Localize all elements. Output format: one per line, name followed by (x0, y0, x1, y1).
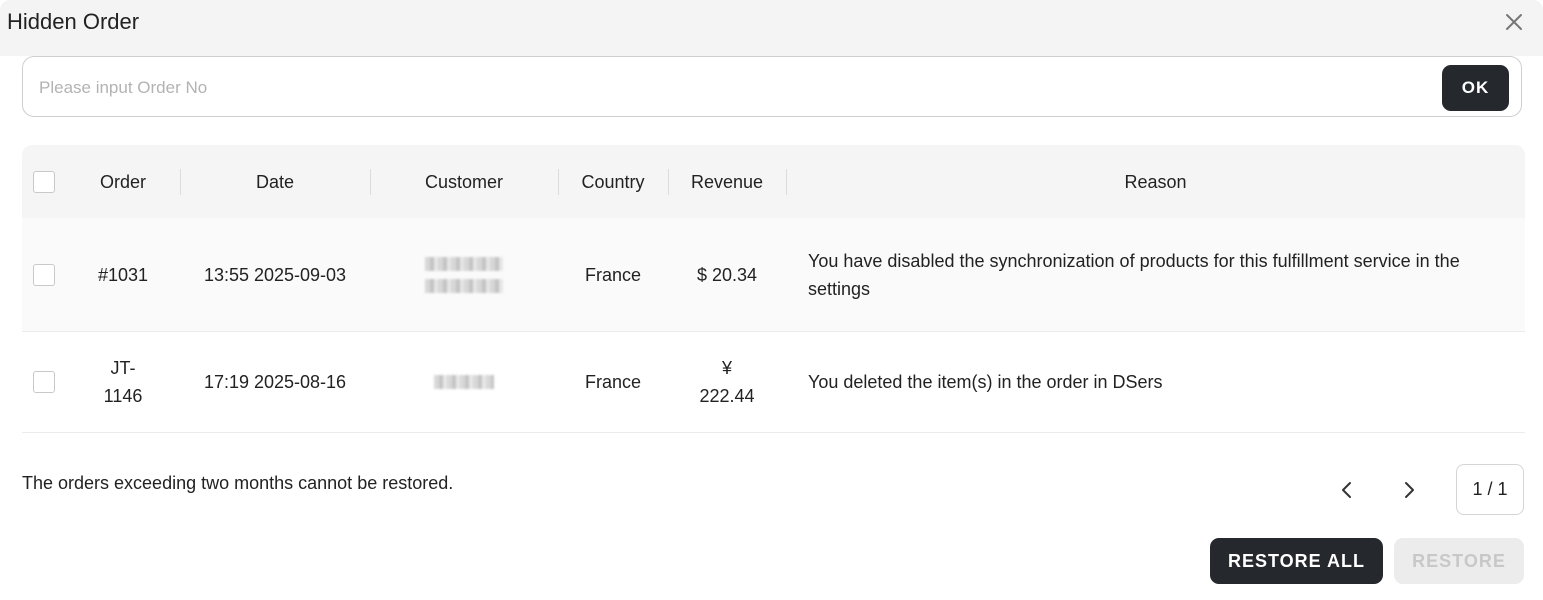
col-date: Date (255, 171, 295, 192)
col-country: Country (581, 171, 645, 192)
restore-limit-note: The orders exceeding two months cannot b… (22, 473, 454, 493)
close-icon[interactable] (1502, 10, 1526, 34)
select-all-cell (22, 145, 66, 218)
col-order: Order (99, 171, 146, 192)
dialog-title: Hidden Order (7, 9, 140, 34)
revenue: ¥ 222.44 (699, 358, 755, 406)
country: France (584, 264, 642, 285)
revenue: $ 20.34 (696, 264, 758, 285)
row-checkbox[interactable] (33, 263, 55, 286)
blurred-customer-name (425, 256, 503, 293)
ok-button[interactable]: OK (1442, 65, 1509, 111)
chevron-right-icon[interactable] (1397, 478, 1421, 502)
order-number: JT-1146 (103, 358, 143, 406)
restore-button[interactable]: RESTORE (1394, 538, 1524, 584)
row-checkbox[interactable] (33, 371, 55, 393)
reason: You have disabled the synchronization of… (808, 250, 1460, 299)
table-row[interactable]: #1031 13:55 2025-09-03 France $ 20.34 Yo… (22, 218, 1525, 332)
order-no-input[interactable] (37, 69, 1421, 107)
table-row[interactable]: JT-1146 17:19 2025-08-16 France ¥ 222.44… (22, 332, 1525, 433)
blurred-customer-name (434, 375, 494, 389)
order-number: #1031 (97, 264, 149, 285)
col-revenue: Revenue (690, 171, 764, 192)
search-bar: OK (22, 56, 1522, 117)
page-indicator[interactable]: 1 / 1 (1456, 464, 1524, 515)
reason: You deleted the item(s) in the order in … (808, 372, 1163, 392)
col-customer: Customer (424, 171, 504, 192)
country: France (584, 372, 642, 392)
hidden-order-dialog: Hidden Order OK Order Date Customer Coun… (0, 0, 1543, 600)
order-date: 17:19 2025-08-16 (203, 372, 347, 392)
dialog-header: Hidden Order (0, 0, 1543, 56)
col-reason: Reason (1124, 171, 1187, 192)
select-all-checkbox[interactable] (33, 170, 55, 193)
row-select-cell (22, 218, 66, 331)
customer-name-redacted (370, 332, 558, 432)
table-header: Order Date Customer Country Revenue Reas… (22, 145, 1525, 218)
order-date: 13:55 2025-09-03 (203, 264, 347, 285)
customer-name-redacted (370, 218, 558, 331)
chevron-left-icon[interactable] (1335, 478, 1359, 502)
restore-all-button[interactable]: RESTORE ALL (1210, 538, 1383, 584)
row-select-cell (22, 332, 66, 432)
